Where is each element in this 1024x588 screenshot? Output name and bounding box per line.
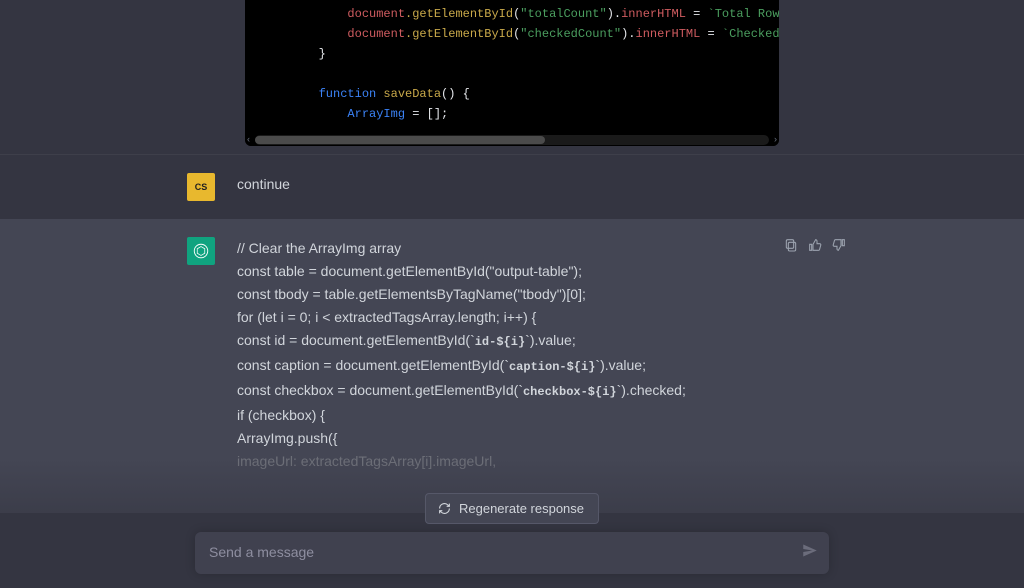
code-horizontal-scrollbar[interactable]: ‹ › xyxy=(245,134,779,146)
assistant-code-line: for (let i = 0; i < extractedTagsArray.l… xyxy=(237,306,837,329)
assistant-code-line: const table = document.getElementById("o… xyxy=(237,260,837,283)
code-block: document.getElementById("totalCount").in… xyxy=(245,0,779,146)
thumbs-up-icon[interactable] xyxy=(807,237,823,258)
assistant-code-line: ArrayImg.push({ xyxy=(237,427,837,450)
assistant-message-text: // Clear the ArrayImg arrayconst table =… xyxy=(237,237,837,473)
assistant-avatar xyxy=(187,237,215,265)
assistant-code-line: imageUrl: extractedTagsArray[i].imageUrl… xyxy=(237,450,837,473)
openai-logo-icon xyxy=(192,242,210,260)
assistant-message-row: // Clear the ArrayImg arrayconst table =… xyxy=(0,219,1024,513)
code-content: document.getElementById("totalCount").in… xyxy=(245,0,779,134)
message-actions xyxy=(783,237,847,258)
refresh-icon xyxy=(438,502,451,515)
scroll-right-arrow[interactable]: › xyxy=(774,134,777,144)
assistant-code-line: const id = document.getElementById(`id-$… xyxy=(237,329,837,354)
assistant-code-line: // Clear the ArrayImg array xyxy=(237,237,837,260)
send-icon xyxy=(801,542,819,560)
assistant-code-line: const tbody = table.getElementsByTagName… xyxy=(237,283,837,306)
code-block-wrap: document.getElementById("totalCount").in… xyxy=(0,0,1024,154)
user-message-text: continue xyxy=(237,173,837,196)
regenerate-button[interactable]: Regenerate response xyxy=(425,493,599,524)
assistant-code-line: const caption = document.getElementById(… xyxy=(237,354,837,379)
scroll-left-arrow[interactable]: ‹ xyxy=(247,134,250,144)
assistant-code-line: const checkbox = document.getElementById… xyxy=(237,379,837,404)
regenerate-label: Regenerate response xyxy=(459,501,584,516)
thumbs-down-icon[interactable] xyxy=(831,237,847,258)
user-avatar: CS xyxy=(187,173,215,201)
message-input-bar xyxy=(195,532,829,574)
message-input[interactable] xyxy=(209,544,785,560)
assistant-code-line: if (checkbox) { xyxy=(237,404,837,427)
previous-assistant-section: document.getElementById("totalCount").in… xyxy=(0,0,1024,154)
user-message-row: CS continue xyxy=(0,154,1024,219)
scrollbar-thumb[interactable] xyxy=(255,136,545,144)
regenerate-wrap: Regenerate response xyxy=(425,493,599,524)
copy-icon[interactable] xyxy=(783,237,799,258)
send-button[interactable] xyxy=(801,542,819,565)
